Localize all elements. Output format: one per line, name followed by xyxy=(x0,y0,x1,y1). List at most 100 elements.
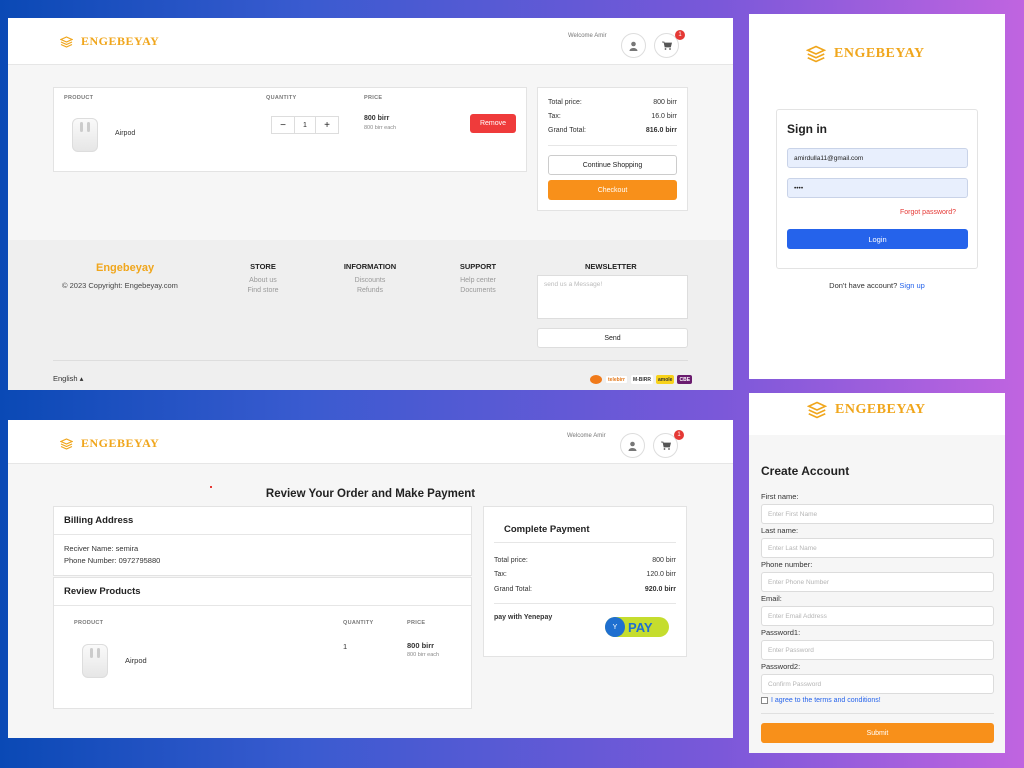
footer-store: STORE About us Find store xyxy=(223,262,303,297)
signin-screen: ENGEBEYAY Sign in amirdulla11@gmail.com … xyxy=(749,14,1005,379)
brand-logo[interactable]: ENGEBEYAY xyxy=(807,401,926,419)
col-quantity: QUANTITY xyxy=(343,620,374,626)
payment-title: Complete Payment xyxy=(504,524,590,535)
cart-icon xyxy=(661,41,672,50)
airpod-image xyxy=(82,644,108,678)
total-label: Total price: xyxy=(494,557,528,564)
signup-link[interactable]: Sign up xyxy=(899,281,924,290)
airpod-image xyxy=(72,118,98,152)
no-account-text: Don't have account? xyxy=(829,281,898,290)
brand-name: ENGEBEYAY xyxy=(81,34,160,48)
remove-button[interactable]: Remove xyxy=(470,114,516,133)
yenepay-button[interactable]: Y PAY xyxy=(605,617,669,637)
divider xyxy=(494,603,676,604)
layers-icon xyxy=(806,45,826,63)
footer-copyright: © 2023 Copyright: Engebeyay.com xyxy=(62,281,178,290)
billing-address-card: Billing Address Reciver Name: semira Pho… xyxy=(53,506,472,576)
last-name-input[interactable]: Enter Last Name xyxy=(761,538,994,558)
brand-name: ENGEBEYAY xyxy=(835,402,926,417)
brand-name: ENGEBEYAY xyxy=(834,46,925,61)
review-products-card: Review Products PRODUCT QUANTITY PRICE A… xyxy=(53,577,472,709)
phone-label: Phone number: xyxy=(761,560,813,569)
tax-row: Tax: 16.0 birr xyxy=(548,113,677,120)
email-field[interactable]: amirdulla11@gmail.com xyxy=(787,148,968,168)
footer-information: INFORMATION Discounts Refunds xyxy=(330,262,410,297)
password-field[interactable]: •••• xyxy=(787,178,968,198)
decrease-button[interactable]: − xyxy=(272,117,294,133)
support-title: SUPPORT xyxy=(459,262,497,271)
grand-total-value: 920.0 birr xyxy=(644,586,676,593)
footer-link-refunds[interactable]: Refunds xyxy=(330,287,410,294)
pay-with-label: pay with Yenepay xyxy=(494,614,553,621)
language-select[interactable]: English ▴ xyxy=(53,374,83,383)
signin-form: Sign in amirdulla11@gmail.com •••• Forgo… xyxy=(776,109,978,269)
user-button[interactable] xyxy=(621,33,646,58)
brand-name: ENGEBEYAY xyxy=(81,436,160,450)
checkout-button[interactable]: Checkout xyxy=(548,180,677,200)
brand-logo[interactable]: ENGEBEYAY xyxy=(806,45,925,63)
signin-title: Sign in xyxy=(787,122,827,136)
terms-label[interactable]: I agree to the terms and conditions! xyxy=(771,697,881,704)
cart-screen: ENGEBEYAY Welcome Amir 1 PRODUCT QUANTIT… xyxy=(8,18,733,390)
grand-total-row: Grand Total: 816.0 birr xyxy=(548,127,677,134)
brand-logo[interactable]: ENGEBEYAY xyxy=(60,34,159,49)
first-name-input[interactable]: Enter First Name xyxy=(761,504,994,524)
login-button[interactable]: Login xyxy=(787,229,968,249)
col-price: PRICE xyxy=(407,620,426,626)
red-dot xyxy=(210,486,212,488)
forgot-password-link[interactable]: Forgot password? xyxy=(900,209,956,216)
product-name: Airpod xyxy=(115,130,136,137)
layers-icon xyxy=(60,35,73,48)
footer-link-find-store[interactable]: Find store xyxy=(223,287,303,294)
signup-prompt: Don't have account? Sign up xyxy=(749,281,1005,290)
footer-link-discounts[interactable]: Discounts xyxy=(330,277,410,284)
newsletter-title: NEWSLETTER xyxy=(585,262,637,271)
store-title: STORE xyxy=(250,262,276,271)
welcome-text: Welcome Amir xyxy=(567,433,606,439)
product-quantity: 1 xyxy=(343,642,348,651)
phone-input[interactable]: Enter Phone Number xyxy=(761,572,994,592)
item-price-each: 800 birr each xyxy=(364,125,397,131)
footer-link-about[interactable]: About us xyxy=(223,277,303,284)
user-button[interactable] xyxy=(620,433,645,458)
newsletter-textarea[interactable]: send us a Message! xyxy=(537,275,688,319)
product-price: 800 birr xyxy=(407,641,435,650)
cart-items: PRODUCT QUANTITY PRICE Airpod − 1 + 800 … xyxy=(53,87,527,172)
total-row: Total price: 800 birr xyxy=(494,557,676,564)
tax-label: Tax: xyxy=(494,571,507,578)
col-product: PRODUCT xyxy=(74,620,104,626)
total-label: Total price: xyxy=(548,99,582,106)
continue-shopping-button[interactable]: Continue Shopping xyxy=(548,155,677,175)
send-button[interactable]: Send xyxy=(537,328,688,348)
password2-input[interactable]: Confirm Password xyxy=(761,674,994,694)
user-icon xyxy=(629,41,638,51)
brand-logo[interactable]: ENGEBEYAY xyxy=(60,436,159,451)
create-form-bg xyxy=(749,435,1005,753)
layers-icon xyxy=(807,401,827,419)
submit-button[interactable]: Submit xyxy=(761,723,994,743)
create-account-screen: ENGEBEYAY Create Account First name: Ent… xyxy=(749,393,1005,753)
grand-total-label: Grand Total: xyxy=(494,586,533,593)
review-title: Review Your Order and Make Payment xyxy=(265,488,476,500)
phone-number: Phone Number: 0972795880 xyxy=(64,556,161,565)
password1-input[interactable]: Enter Password xyxy=(761,640,994,660)
product-name: Airpod xyxy=(125,656,147,665)
col-price: PRICE xyxy=(364,95,383,101)
increase-button[interactable]: + xyxy=(316,117,338,133)
tax-row: Tax: 120.0 birr xyxy=(494,571,676,578)
footer-support: SUPPORT Help center Documents xyxy=(438,262,518,297)
telebirr-text: telebirr xyxy=(605,375,628,384)
order-summary: Total price: 800 birr Tax: 16.0 birr Grand… xyxy=(537,87,688,211)
email-input[interactable]: Enter Email Address xyxy=(761,606,994,626)
yenepay-icon: Y xyxy=(605,617,625,637)
billing-title: Billing Address xyxy=(54,507,471,535)
terms-checkbox[interactable] xyxy=(761,697,768,704)
divider xyxy=(548,145,677,146)
footer-link-documents[interactable]: Documents xyxy=(438,287,518,294)
cart-count-badge: 1 xyxy=(675,30,685,40)
quantity-value[interactable]: 1 xyxy=(294,117,316,133)
password2-label: Password2: xyxy=(761,662,801,671)
footer-link-help[interactable]: Help center xyxy=(438,277,518,284)
cbe-logo: CBE xyxy=(677,375,693,384)
footer: Engebeyay © 2023 Copyright: Engebeyay.co… xyxy=(8,240,733,390)
